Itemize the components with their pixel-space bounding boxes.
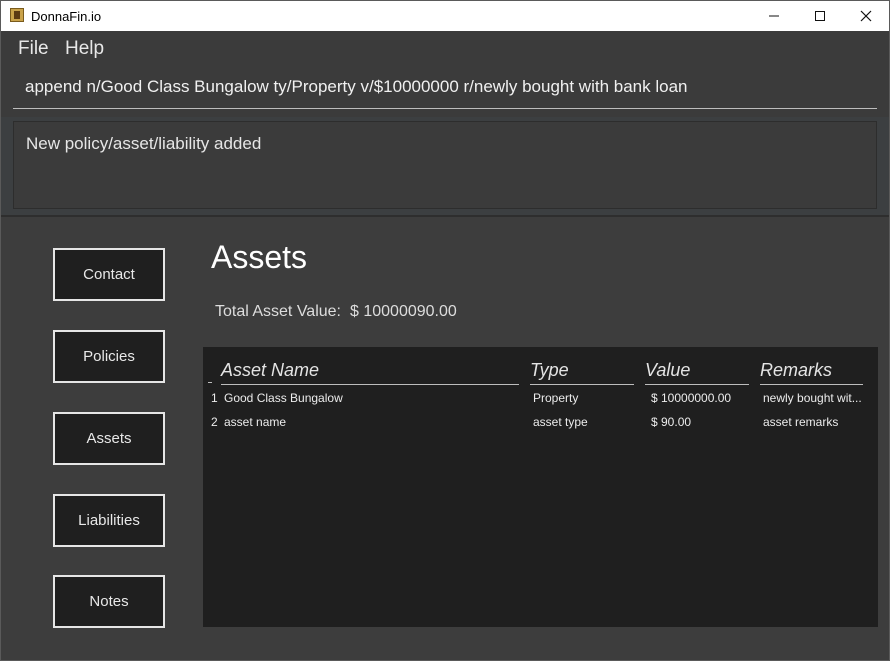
- policies-button-label: Policies: [83, 348, 135, 365]
- result-display: New policy/asset/liability added: [13, 121, 877, 209]
- column-header-type[interactable]: Type: [530, 358, 634, 385]
- asset-remarks-cell: asset remarks: [763, 415, 839, 429]
- assets-button-label: Assets: [86, 430, 132, 447]
- asset-value-cell: $ 90.00: [651, 415, 692, 429]
- maximize-icon[interactable]: [797, 1, 843, 31]
- row-index: 2: [211, 415, 218, 429]
- contact-button[interactable]: Contact: [53, 248, 165, 301]
- liabilities-button-label: Liabilities: [78, 512, 140, 529]
- window-title: DonnaFin.io: [31, 9, 102, 24]
- total-asset-label: Total Asset Value:: [215, 303, 341, 320]
- column-header-remarks[interactable]: Remarks: [760, 358, 863, 385]
- assets-button[interactable]: Assets: [53, 412, 165, 465]
- app-window: DonnaFin.io File Help New policy/asset/l…: [0, 0, 890, 661]
- close-icon[interactable]: [843, 1, 889, 31]
- assets-table: [203, 347, 878, 627]
- column-header-label: Remarks: [760, 360, 833, 380]
- menu-bar: File Help: [1, 31, 889, 65]
- asset-name-cell: Good Class Bungalow: [224, 391, 343, 405]
- column-header-label: Asset Name: [221, 360, 320, 380]
- notes-button-label: Notes: [89, 593, 129, 610]
- app-logo-icon: [10, 8, 24, 22]
- asset-name-cell: asset name: [224, 415, 287, 429]
- menu-help[interactable]: Help: [65, 38, 104, 60]
- minimize-icon[interactable]: [751, 1, 797, 31]
- asset-remarks-cell: newly bought wit...: [763, 391, 862, 405]
- row-index: 1: [211, 391, 218, 405]
- title-bar: DonnaFin.io: [1, 1, 889, 31]
- total-asset-value: $ 10000090.00: [350, 303, 457, 320]
- page-title: Assets: [211, 239, 308, 275]
- asset-value-cell: $ 10000000.00: [651, 391, 732, 405]
- index-column-header: [208, 382, 212, 383]
- contact-button-label: Contact: [83, 266, 135, 283]
- asset-type-cell: asset type: [533, 415, 588, 429]
- command-input[interactable]: [13, 65, 877, 109]
- policies-button[interactable]: Policies: [53, 330, 165, 383]
- column-header-asset-name[interactable]: Asset Name: [221, 358, 519, 385]
- liabilities-button[interactable]: Liabilities: [53, 494, 165, 547]
- notes-button[interactable]: Notes: [53, 575, 165, 628]
- column-header-label: Type: [530, 360, 569, 380]
- column-header-label: Value: [645, 360, 691, 380]
- asset-type-cell: Property: [533, 391, 579, 405]
- result-message: New policy/asset/liability added: [26, 134, 262, 153]
- menu-file[interactable]: File: [18, 38, 49, 60]
- column-header-value[interactable]: Value: [645, 358, 749, 385]
